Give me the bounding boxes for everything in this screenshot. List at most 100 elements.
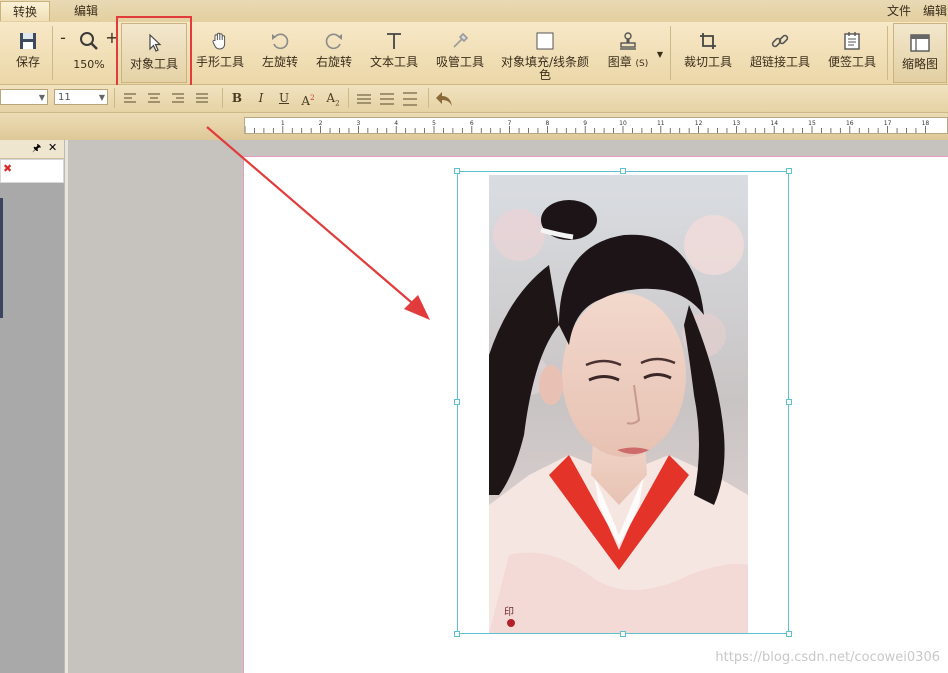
- line-spacing-1-icon: [357, 94, 371, 104]
- fill-line-color-label-2: 色: [538, 68, 551, 82]
- ruler-number: 3: [356, 120, 360, 127]
- underline-button[interactable]: U: [275, 89, 293, 107]
- ruler-ticks: 1 2 3 4 5 6 7 8 9 10 11 12 13 14 15 16 17 18: [244, 120, 930, 133]
- resize-handle-bottom-left[interactable]: [454, 631, 460, 637]
- rotate-left-button[interactable]: 左旋转: [254, 22, 306, 84]
- hand-tool-button[interactable]: 手形工具: [192, 22, 248, 84]
- resize-handle-top-left[interactable]: [454, 168, 460, 174]
- ruler-number: 9: [583, 120, 587, 127]
- eyedropper-label: 吸管工具: [435, 55, 484, 69]
- align-center-icon: [148, 93, 160, 103]
- stamp-button[interactable]: 图章 (S): [604, 22, 652, 84]
- text-icon: [387, 33, 401, 49]
- line-spacing-3-icon: [403, 92, 417, 106]
- watermark-url: https://blog.csdn.net/cocowei0306: [715, 650, 940, 665]
- align-left-icon: [124, 93, 136, 103]
- horizontal-ruler: 1 2 3 4 5 6 7 8 9 10 11 12 13 14 15 16 17 18: [244, 117, 948, 134]
- ruler-number: 16: [846, 120, 854, 127]
- thumbnail-label: 缩略图: [901, 57, 938, 71]
- rotate-right-label: 右旋转: [315, 55, 352, 69]
- resize-handle-left[interactable]: [454, 399, 460, 405]
- sticky-note-label: 便签工具: [827, 55, 876, 69]
- fill-line-color-button[interactable]: 对象填充/线条颜 色: [498, 22, 592, 84]
- ruler-number: 8: [545, 120, 549, 127]
- resize-handle-top[interactable]: [620, 168, 626, 174]
- text-tool-button[interactable]: 文本工具: [366, 22, 422, 84]
- ruler-number: 1: [281, 120, 285, 127]
- ruler-number: 11: [657, 120, 665, 127]
- ruler-number: 4: [394, 120, 398, 127]
- tab-edit[interactable]: 编辑: [58, 1, 114, 21]
- crop-tool-label: 裁切工具: [683, 55, 732, 69]
- color-square-icon: [536, 32, 554, 50]
- zoom-out-button[interactable]: -: [56, 22, 70, 84]
- panel-list-item[interactable]: ✖: [0, 159, 64, 183]
- align-justify-icon: [196, 93, 208, 103]
- ruler-number: 12: [695, 120, 703, 127]
- resize-handle-bottom[interactable]: [620, 631, 626, 637]
- separator: [114, 88, 115, 108]
- eyedropper-button[interactable]: 吸管工具: [432, 22, 488, 84]
- resize-handle-top-right[interactable]: [786, 168, 792, 174]
- separator: [887, 26, 888, 80]
- stamp-dropdown-arrow[interactable]: ▼: [654, 22, 666, 84]
- menu-edit[interactable]: 编辑: [923, 2, 947, 19]
- hyperlink-tool-button[interactable]: 超链接工具: [746, 22, 814, 84]
- ruler-number: 10: [619, 120, 627, 127]
- stamp-label: 图章 (S): [607, 55, 649, 70]
- thumbnail-icon: [910, 34, 930, 52]
- ruler-number: 15: [808, 120, 816, 127]
- bold-button[interactable]: B: [228, 89, 246, 107]
- zoom-icon: [80, 32, 98, 50]
- panel-header: 🖈 ✕: [0, 140, 64, 159]
- align-right-icon: [172, 93, 184, 103]
- save-icon: [20, 33, 36, 49]
- ruler-number: 2: [319, 120, 323, 127]
- separator: [348, 88, 349, 108]
- separator: [428, 88, 429, 108]
- sticky-note-button[interactable]: 便签工具: [824, 22, 880, 84]
- zoom-control[interactable]: 150%: [72, 22, 106, 84]
- close-icon[interactable]: ✕: [48, 141, 57, 154]
- italic-button[interactable]: I: [252, 89, 270, 107]
- ruler-number: 18: [922, 120, 930, 127]
- undo-icon[interactable]: [434, 90, 454, 107]
- format-toolbar: ▼ 11 ▼ B I U A2 A2: [0, 85, 948, 113]
- tab-convert[interactable]: 转换: [0, 1, 50, 21]
- line-spacing-buttons[interactable]: [355, 92, 421, 106]
- hand-icon: [212, 32, 226, 50]
- crop-icon: [700, 33, 716, 49]
- panel-scroll-indicator: [0, 198, 3, 318]
- thumbnail-button[interactable]: 缩略图: [893, 23, 947, 83]
- zoom-value: 150%: [73, 58, 105, 71]
- pin-icon[interactable]: 🖈: [32, 141, 41, 158]
- note-icon: [844, 32, 860, 50]
- ruler-number: 6: [470, 120, 474, 127]
- left-side-panel: 🖈 ✕ ✖: [0, 140, 64, 673]
- crop-tool-button[interactable]: 裁切工具: [680, 22, 736, 84]
- subscript-button[interactable]: A2: [324, 89, 342, 107]
- text-tool-label: 文本工具: [369, 55, 418, 69]
- rotate-right-button[interactable]: 右旋转: [308, 22, 360, 84]
- font-family-select[interactable]: ▼: [0, 89, 48, 105]
- resize-handle-right[interactable]: [786, 399, 792, 405]
- resize-handle-bottom-right[interactable]: [786, 631, 792, 637]
- remove-icon[interactable]: ✖: [3, 162, 12, 175]
- selection-bounding-box[interactable]: [457, 171, 789, 634]
- font-size-select[interactable]: 11 ▼: [54, 89, 108, 105]
- ruler-row: 1 2 3 4 5 6 7 8 9 10 11 12 13 14 15 16 17 18: [0, 113, 948, 140]
- ruler-number: 5: [432, 120, 436, 127]
- ruler-number: 17: [884, 120, 892, 127]
- ruler-number: 13: [733, 120, 741, 127]
- save-button[interactable]: 保存: [8, 22, 48, 84]
- separator: [670, 26, 671, 80]
- line-spacing-2-icon: [380, 93, 394, 105]
- ruler-number: 14: [770, 120, 778, 127]
- menu-file[interactable]: 文件: [887, 2, 911, 19]
- rotate-right-icon: [325, 33, 342, 50]
- superscript-button[interactable]: A2: [299, 89, 317, 108]
- separator: [222, 88, 223, 108]
- ruler-number: 7: [508, 120, 512, 127]
- save-label: 保存: [15, 55, 40, 69]
- align-buttons: [124, 93, 208, 103]
